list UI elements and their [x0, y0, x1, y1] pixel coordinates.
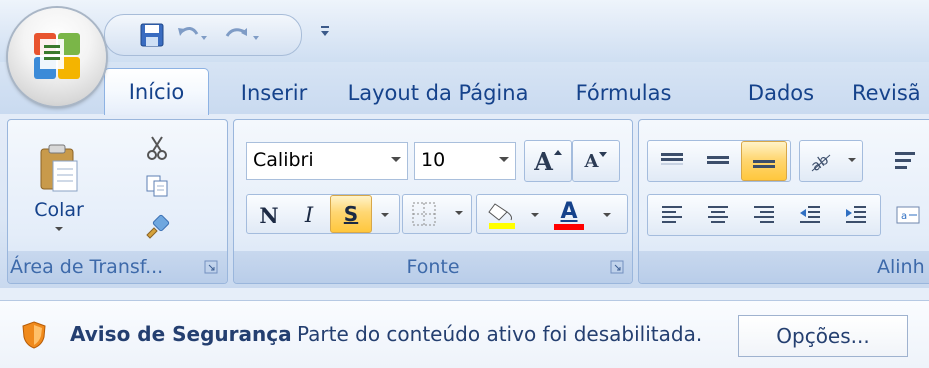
- save-icon[interactable]: [139, 21, 165, 49]
- fill-color-button[interactable]: [480, 196, 526, 234]
- grow-font-button[interactable]: A: [524, 140, 572, 182]
- merge-center-icon[interactable]: a: [885, 196, 929, 234]
- chevron-down-icon: [531, 213, 539, 217]
- copy-icon[interactable]: [136, 168, 178, 204]
- quick-access-toolbar: [104, 14, 302, 56]
- tab-label: Fórmulas: [575, 81, 672, 105]
- caret-down-icon: [599, 152, 608, 157]
- font-size-value: 10: [421, 149, 446, 171]
- paste-dropdown-arrow: [55, 227, 63, 231]
- format-painter-icon[interactable]: [136, 208, 178, 244]
- fill-color-dropdown[interactable]: [526, 196, 544, 234]
- chevron-down-icon: [381, 213, 389, 217]
- borders-icon: [412, 202, 436, 226]
- align-top-icon[interactable]: [649, 142, 695, 180]
- svg-text:a: a: [901, 211, 907, 222]
- alignment-group-label: Alinh: [639, 251, 929, 283]
- ribbon: Colar Área de Transf... Calibri 10 A A N…: [0, 114, 929, 288]
- clipboard-group: Colar Área de Transf...: [7, 119, 228, 284]
- shrink-font-button[interactable]: A: [572, 140, 620, 182]
- underline-glyph: S: [343, 202, 359, 226]
- fill-bucket-icon: [488, 203, 515, 229]
- tab-layout-da-pagina[interactable]: Layout da Página: [338, 75, 538, 113]
- align-left-icon[interactable]: [649, 196, 695, 234]
- font-color-button[interactable]: A: [546, 196, 592, 234]
- chevron-down-icon[interactable]: [391, 157, 401, 162]
- italic-button[interactable]: I: [288, 196, 330, 234]
- office-button[interactable]: [8, 8, 106, 106]
- chevron-down-icon[interactable]: [499, 157, 509, 162]
- security-warning-message: Parte do conteúdo ativo foi desabilitada…: [297, 322, 703, 346]
- tab-label: Início: [128, 80, 185, 104]
- ribbon-gap: [0, 288, 929, 300]
- font-color-glyph: A: [560, 199, 578, 224]
- alignment-group-title: Alinh: [877, 256, 925, 278]
- tab-label: Inserir: [240, 81, 308, 105]
- orientation-button[interactable]: ab: [799, 140, 863, 182]
- align-middle-icon[interactable]: [695, 142, 741, 180]
- options-button[interactable]: Opções...: [738, 315, 908, 357]
- underline-dropdown[interactable]: [372, 196, 398, 234]
- tab-revisao[interactable]: Revisã: [852, 75, 929, 113]
- shrink-font-glyph: A: [584, 150, 599, 172]
- font-group: Calibri 10 A A N I S A Fonte: [233, 119, 633, 284]
- underline-button[interactable]: S: [330, 195, 372, 233]
- clipboard-group-label: Área de Transf...: [8, 251, 227, 283]
- chevron-down-icon: [603, 213, 611, 217]
- tab-formulas[interactable]: Fórmulas: [566, 75, 681, 113]
- undo-icon[interactable]: [175, 21, 209, 49]
- shield-icon: [22, 321, 46, 349]
- font-name-combo[interactable]: Calibri: [246, 142, 408, 180]
- title-bar: [0, 0, 929, 62]
- font-color-dropdown[interactable]: [594, 196, 620, 234]
- tab-label: Revisã: [852, 81, 921, 105]
- bold-glyph: N: [259, 202, 279, 228]
- align-right-icon[interactable]: [741, 196, 787, 234]
- increase-indent-icon[interactable]: [833, 196, 879, 234]
- tab-inserir[interactable]: Inserir: [234, 75, 314, 113]
- tab-dados[interactable]: Dados: [736, 75, 826, 113]
- dialog-launcher-icon[interactable]: [610, 260, 625, 275]
- paste-label: Colar: [34, 199, 84, 221]
- security-warning-title: Aviso de Segurança: [70, 322, 292, 346]
- font-color-swatch: [554, 224, 584, 230]
- grow-font-glyph: A: [534, 146, 553, 176]
- dialog-launcher-icon[interactable]: [204, 260, 219, 275]
- options-button-label: Opções...: [776, 324, 870, 348]
- borders-button[interactable]: [402, 194, 472, 234]
- align-bottom-icon[interactable]: [741, 141, 787, 181]
- caret-up-icon: [553, 150, 562, 155]
- paste-icon: [40, 144, 78, 192]
- clipboard-group-title: Área de Transf...: [10, 256, 164, 278]
- wrap-text-icon[interactable]: [883, 142, 929, 180]
- font-group-title: Fonte: [406, 256, 460, 278]
- cut-icon[interactable]: [136, 130, 178, 166]
- tab-label: Layout da Página: [347, 81, 529, 105]
- tab-inicio[interactable]: Início: [104, 68, 209, 115]
- font-name-value: Calibri: [253, 149, 314, 171]
- customize-qat-icon[interactable]: [318, 22, 332, 42]
- alignment-group: ab a Alinh: [638, 119, 929, 284]
- redo-icon[interactable]: [223, 21, 263, 49]
- align-center-icon[interactable]: [695, 196, 741, 234]
- tab-label: Dados: [747, 81, 815, 105]
- font-size-combo[interactable]: 10: [414, 142, 516, 180]
- paste-button[interactable]: Colar: [18, 126, 100, 248]
- italic-glyph: I: [304, 203, 314, 227]
- security-warning-bar: Aviso de Segurança Parte do conteúdo ati…: [0, 300, 929, 368]
- bold-button[interactable]: N: [248, 196, 290, 234]
- decrease-indent-icon[interactable]: [787, 196, 833, 234]
- ribbon-tab-strip: Início Inserir Layout da Página Fórmulas…: [0, 62, 929, 115]
- orientation-icon: ab: [808, 152, 832, 175]
- chevron-down-icon[interactable]: [455, 211, 463, 215]
- chevron-down-icon: [848, 158, 856, 162]
- font-group-label: Fonte: [234, 251, 632, 283]
- office-logo-icon: [34, 33, 80, 79]
